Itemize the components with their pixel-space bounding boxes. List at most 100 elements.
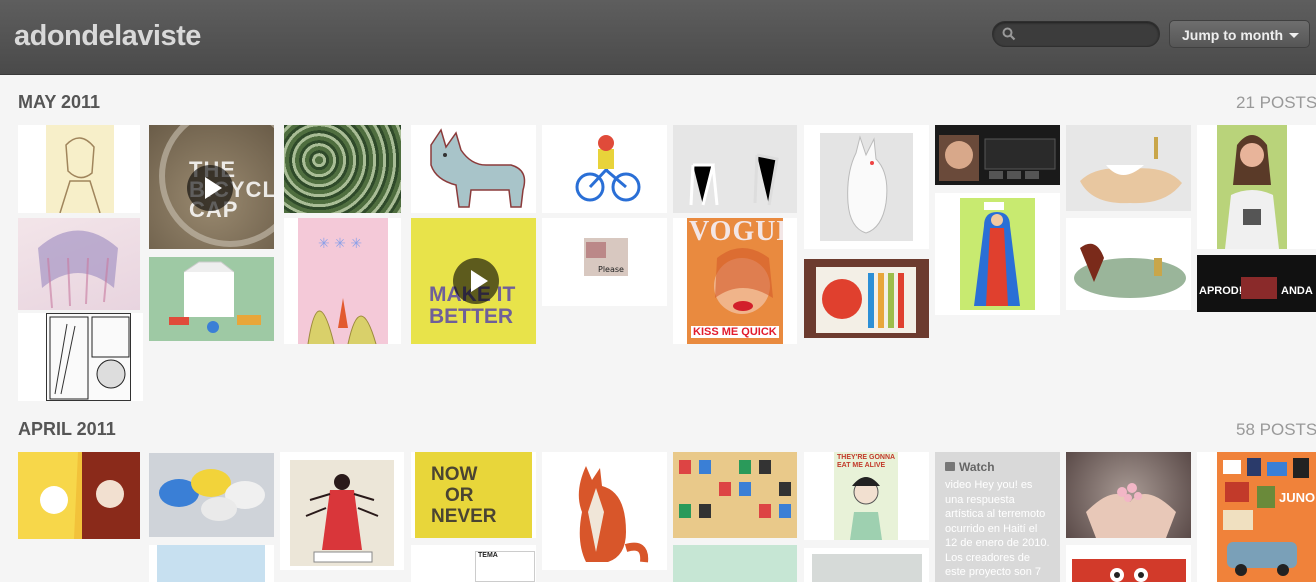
girl-illustration <box>850 477 882 540</box>
vogue-cover-text: KISS ME QUICK <box>691 326 779 338</box>
hands-flowers-photo <box>1086 483 1176 538</box>
post-tile[interactable]: Please <box>542 218 667 306</box>
post-image: TEMA <box>475 551 535 582</box>
post-tile[interactable] <box>673 125 797 213</box>
dish-photo <box>1074 243 1186 298</box>
bicycle-boy-illustration <box>575 135 641 202</box>
post-tile[interactable]: VOGUE KISS ME QUICK <box>673 218 797 344</box>
post-tile[interactable] <box>1066 545 1191 582</box>
post-tile[interactable]: ✳ ✳ ✳ <box>284 218 401 344</box>
post-image <box>542 125 667 213</box>
post-image: Please <box>584 238 628 276</box>
post-tile[interactable] <box>284 125 401 213</box>
post-tile[interactable] <box>1066 125 1191 211</box>
post-image <box>804 259 929 338</box>
play-icon[interactable] <box>187 165 233 211</box>
website-screenshot <box>939 135 1056 181</box>
post-image <box>290 460 394 566</box>
search-box[interactable] <box>992 21 1160 47</box>
post-image: ✳ ✳ ✳ <box>298 218 388 344</box>
post-tile[interactable] <box>149 257 274 341</box>
post-tile[interactable]: THEY'RE GONNA EAT ME ALIVE <box>804 452 929 540</box>
post-tile[interactable]: JUNO <box>1197 452 1316 582</box>
post-tile[interactable] <box>18 125 140 213</box>
post-tile[interactable] <box>1197 125 1316 249</box>
knit-furniture-photo <box>159 469 265 521</box>
flowers-illustration: ✳ ✳ ✳ <box>307 236 377 344</box>
watch-body: video Hey you! es una respuesta artístic… <box>945 479 1050 578</box>
post-tile[interactable] <box>673 545 797 582</box>
post-tile[interactable] <box>18 218 140 310</box>
site-title[interactable]: adondelaviste <box>14 20 201 53</box>
post-tile[interactable] <box>18 313 143 401</box>
post-tile[interactable] <box>804 259 929 338</box>
post-image <box>1066 218 1191 310</box>
post-image <box>157 545 265 582</box>
post-image <box>149 453 274 537</box>
post-tile[interactable] <box>149 545 274 582</box>
post-tile[interactable] <box>411 125 536 213</box>
post-image <box>1066 125 1191 211</box>
poster-photo <box>816 267 916 333</box>
post-tile[interactable] <box>542 125 667 213</box>
post-tile[interactable] <box>149 453 274 537</box>
post-tile[interactable] <box>1066 452 1191 538</box>
post-tile[interactable]: THE BICYCLE CAP <box>149 125 274 249</box>
post-tile[interactable]: MAKE IT BETTER <box>411 218 536 344</box>
sketch-illustration <box>59 137 101 213</box>
chevron-down-icon <box>1289 33 1299 38</box>
post-tile[interactable] <box>804 125 929 249</box>
post-tile[interactable]: APROD! ANDA <box>1197 255 1316 312</box>
tema-text: TEMA <box>478 552 498 559</box>
post-image: JUNO <box>1217 452 1316 582</box>
post-tile[interactable] <box>1066 218 1191 310</box>
section-title-april-2011: APRIL 2011 <box>18 419 116 439</box>
post-tile[interactable] <box>935 125 1060 185</box>
post-image <box>673 125 797 213</box>
post-tile[interactable]: NOW OR NEVER <box>411 452 536 538</box>
play-icon[interactable] <box>453 258 499 304</box>
post-image <box>411 125 536 213</box>
box-photo <box>169 261 261 333</box>
jump-to-month-button[interactable]: Jump to month <box>1169 20 1310 48</box>
video-icon <box>945 462 955 471</box>
typography-screenshot <box>1241 277 1277 299</box>
post-image <box>1066 452 1191 538</box>
svg-text:✳ ✳ ✳: ✳ ✳ ✳ <box>318 236 362 252</box>
model-photo <box>1225 135 1279 249</box>
now-or-never-text: NOW OR NEVER <box>431 464 496 527</box>
post-tile[interactable] <box>542 452 667 570</box>
stool-photo <box>689 153 779 206</box>
bowl-photo <box>1080 137 1182 204</box>
post-image: NOW OR NEVER <box>415 452 532 538</box>
hair-illustration <box>38 230 118 309</box>
video-text-post[interactable]: Watch video Hey you! es una respuesta ar… <box>935 452 1060 582</box>
goddess-illustration <box>305 474 379 563</box>
section-title-may-2011: MAY 2011 <box>18 92 101 112</box>
post-image <box>46 125 114 213</box>
post-tile[interactable] <box>673 452 797 538</box>
post-image <box>46 313 131 401</box>
post-tile[interactable] <box>804 548 929 582</box>
post-image <box>149 257 274 341</box>
post-image: VOGUE KISS ME QUICK <box>687 218 783 344</box>
post-image <box>935 125 1060 185</box>
jump-to-month-label: Jump to month <box>1182 27 1284 43</box>
section-count-april-2011: 58 POSTS <box>1236 420 1316 439</box>
post-tile[interactable] <box>280 452 404 570</box>
search-input[interactable] <box>1019 25 1153 45</box>
fox-illustration <box>578 466 649 563</box>
watch-title: Watch <box>959 460 995 474</box>
post-tile[interactable] <box>18 452 140 539</box>
post-image <box>820 133 913 241</box>
search-icon <box>1002 27 1016 41</box>
post-image: THE BICYCLE CAP <box>149 125 274 249</box>
comic-illustration <box>49 316 130 400</box>
post-tile[interactable] <box>935 193 1060 315</box>
never-word: NEVER <box>431 506 497 527</box>
post-image <box>812 554 922 582</box>
post-tile[interactable]: TEMA <box>411 545 536 582</box>
juno-text: JUNO <box>1279 490 1316 505</box>
now-word: NOW <box>431 464 478 485</box>
section-count-may-2011: 21 POSTS <box>1236 93 1316 112</box>
